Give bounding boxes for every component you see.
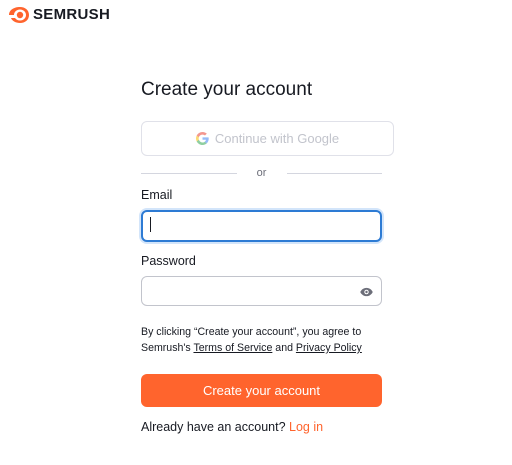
semrush-fire-logo-icon	[9, 7, 29, 23]
divider-line-left	[141, 172, 237, 174]
privacy-policy-link[interactable]: Privacy Policy	[296, 342, 362, 354]
email-label: Email	[141, 188, 173, 202]
eye-icon[interactable]	[360, 287, 373, 297]
password-label: Password	[141, 254, 196, 268]
page-title: Create your account	[141, 79, 313, 100]
terms-notice: By clicking “Create your account”, you a…	[141, 324, 391, 356]
google-g-icon	[195, 132, 209, 145]
password-field[interactable]	[141, 276, 382, 306]
login-prompt-text: Already have an account?	[141, 420, 286, 434]
text-caret	[150, 217, 151, 232]
divider-line-right	[286, 172, 382, 174]
log-in-link[interactable]: Log in	[289, 420, 323, 434]
terms-of-service-link[interactable]: Terms of Service	[193, 342, 272, 354]
terms-and-text: and	[272, 342, 296, 354]
continue-with-google-button[interactable]: Continue with Google	[141, 121, 394, 156]
divider-text: or	[256, 167, 267, 179]
brand-name: SEMRUSH	[33, 6, 111, 23]
login-prompt-row: Already have an account? Log in	[141, 420, 323, 434]
or-divider: or	[141, 166, 382, 180]
create-account-button[interactable]: Create your account	[141, 374, 382, 407]
signup-form: Create your account Continue with Google…	[141, 78, 394, 434]
semrush-logo[interactable]: SEMRUSH	[8, 6, 110, 24]
email-field[interactable]	[141, 210, 382, 242]
google-button-label: Continue with Google	[214, 131, 340, 146]
